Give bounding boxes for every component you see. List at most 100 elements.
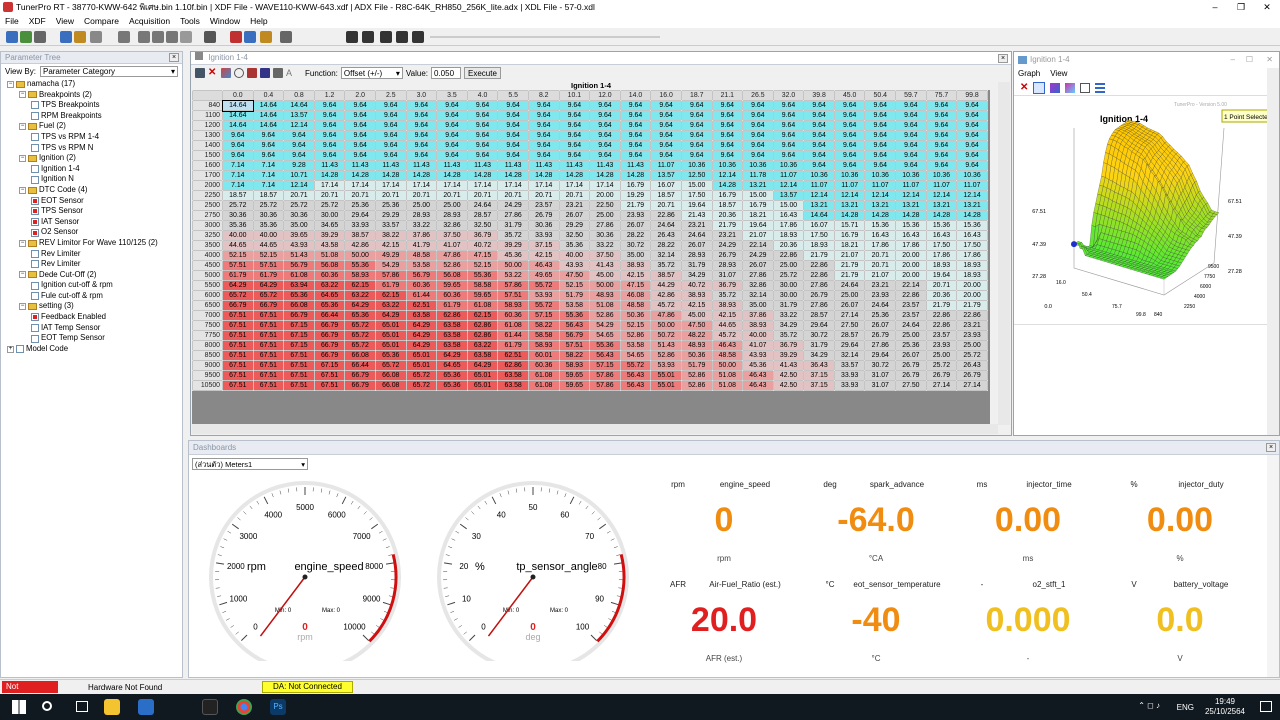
table-cell[interactable]: 47.86: [436, 250, 468, 261]
windows-start-icon[interactable]: [12, 700, 26, 714]
table-cell[interactable]: 17.86: [925, 250, 958, 261]
table-cell[interactable]: 52.86: [436, 260, 468, 271]
table-cell[interactable]: 47.15: [466, 250, 499, 261]
table-cell[interactable]: 45.72: [711, 330, 744, 341]
table-cell[interactable]: 55.36: [589, 340, 621, 351]
table-cell[interactable]: 22.86: [925, 320, 958, 331]
table-cell[interactable]: 64.65: [436, 360, 468, 371]
table-cell[interactable]: 9.64: [803, 140, 835, 151]
table-cell[interactable]: 11.43: [497, 160, 529, 171]
table-cell[interactable]: 14.64: [283, 100, 315, 111]
table-cell[interactable]: 15.00: [742, 190, 774, 201]
table-cell[interactable]: 30.36: [252, 210, 285, 221]
table-cell[interactable]: 40.00: [252, 230, 285, 241]
table-cell[interactable]: 14.28: [313, 170, 346, 181]
table-cell[interactable]: 22.86: [772, 250, 805, 261]
table-cell[interactable]: 32.50: [466, 220, 499, 231]
table-cell[interactable]: 48.58: [405, 250, 438, 261]
table-cell[interactable]: 20.71: [925, 280, 958, 291]
table-cell[interactable]: 39.29: [772, 350, 805, 361]
table-cell[interactable]: 63.58: [405, 310, 438, 321]
table-cell[interactable]: 51.43: [283, 250, 315, 261]
table-cell[interactable]: 64.29: [405, 340, 438, 351]
table-cell[interactable]: 57.86: [589, 370, 621, 381]
table-cell[interactable]: 9.64: [864, 140, 897, 151]
table-cell[interactable]: 14.28: [374, 170, 407, 181]
table-cell[interactable]: 20.36: [925, 290, 958, 301]
table-cell[interactable]: 23.93: [925, 340, 958, 351]
table-cell[interactable]: 10.36: [711, 160, 744, 171]
table-cell[interactable]: 18.93: [772, 230, 805, 241]
toolbar-icon-15[interactable]: [280, 31, 292, 43]
table-cell[interactable]: 11.07: [864, 180, 897, 191]
table-cell[interactable]: 56.08: [436, 270, 468, 281]
menu-window[interactable]: Window: [205, 14, 245, 28]
pane-close-icon[interactable]: ×: [169, 53, 179, 62]
table-cell[interactable]: 50.00: [497, 260, 529, 271]
table-cell[interactable]: 9.64: [895, 100, 927, 111]
table-cell[interactable]: 9.64: [252, 140, 285, 151]
table-cell[interactable]: 52.86: [589, 310, 621, 321]
table-cell[interactable]: 60.36: [313, 270, 346, 281]
table-cell[interactable]: 57.51: [252, 260, 285, 271]
table-cell[interactable]: 37.86: [405, 230, 438, 241]
table-cell[interactable]: 61.79: [436, 300, 468, 311]
table-cell[interactable]: 67.51: [222, 370, 254, 381]
table-cell[interactable]: 9.64: [436, 140, 468, 151]
table-cell[interactable]: 32.50: [558, 230, 591, 241]
table-cell[interactable]: 20.71: [405, 190, 438, 201]
table-cell[interactable]: 10.36: [925, 170, 958, 181]
selected-point[interactable]: [1071, 241, 1077, 248]
table-cell[interactable]: 58.58: [466, 280, 499, 291]
table-cell[interactable]: 18.57: [650, 190, 682, 201]
table-cell[interactable]: 9.64: [650, 110, 682, 121]
table-cell[interactable]: 40.00: [742, 330, 774, 341]
table-cell[interactable]: 9.64: [864, 150, 897, 161]
table-cell[interactable]: 9.64: [864, 100, 897, 111]
table-cell[interactable]: 25.72: [772, 270, 805, 281]
table-cell[interactable]: 13.21: [895, 200, 927, 211]
table-cell[interactable]: 9.64: [374, 120, 407, 131]
table-cell[interactable]: 9.64: [956, 110, 988, 121]
table-cell[interactable]: 29.29: [558, 220, 591, 231]
table-cell[interactable]: 9.64: [252, 150, 285, 161]
table-cell[interactable]: 33.93: [833, 380, 866, 391]
table-cell[interactable]: 13.21: [803, 200, 835, 211]
table-cell[interactable]: 11.43: [405, 160, 438, 171]
table-cell[interactable]: 27.86: [589, 220, 621, 231]
table-cell[interactable]: 18.57: [711, 200, 744, 211]
table-cell[interactable]: 25.72: [252, 200, 285, 211]
store-icon[interactable]: [138, 699, 154, 715]
table-cell[interactable]: 33.93: [833, 370, 866, 381]
table-cell[interactable]: 22.86: [803, 270, 835, 281]
table-cell[interactable]: 37.50: [589, 250, 621, 261]
table-cell[interactable]: 63.22: [466, 340, 499, 351]
table-cell[interactable]: 9.64: [558, 130, 591, 141]
table-cell[interactable]: 63.58: [497, 370, 529, 381]
table-cell[interactable]: 67.51: [222, 360, 254, 371]
table-cell[interactable]: 9.64: [650, 150, 682, 161]
table-cell[interactable]: 16.79: [711, 190, 744, 201]
table-cell[interactable]: 58.58: [527, 330, 560, 341]
table-cell[interactable]: 28.93: [405, 210, 438, 221]
table-cell[interactable]: 52.86: [680, 370, 713, 381]
table-cell[interactable]: 9.64: [436, 150, 468, 161]
table-cell[interactable]: 21.79: [833, 270, 866, 281]
table-cell[interactable]: 31.79: [497, 220, 529, 231]
chrome-icon[interactable]: [236, 699, 252, 715]
table-cell[interactable]: 9.64: [497, 100, 529, 111]
table-cell[interactable]: 9.64: [374, 140, 407, 151]
z-axis-icon[interactable]: [273, 68, 283, 78]
table-cell[interactable]: 38.93: [742, 320, 774, 331]
table-cell[interactable]: 30.72: [803, 330, 835, 341]
table-cell[interactable]: 11.43: [344, 160, 376, 171]
table-cell[interactable]: 42.15: [711, 310, 744, 321]
menu-compare[interactable]: Compare: [79, 14, 124, 28]
table-cell[interactable]: 22.86: [925, 310, 958, 321]
table-cell[interactable]: 43.58: [313, 240, 346, 251]
table-cell[interactable]: 60.36: [527, 360, 560, 371]
toolbar-icon-2[interactable]: [34, 31, 46, 43]
table-cell[interactable]: 60.36: [436, 290, 468, 301]
table-cell[interactable]: 9.64: [436, 120, 468, 131]
table-cell[interactable]: 56.08: [313, 260, 346, 271]
